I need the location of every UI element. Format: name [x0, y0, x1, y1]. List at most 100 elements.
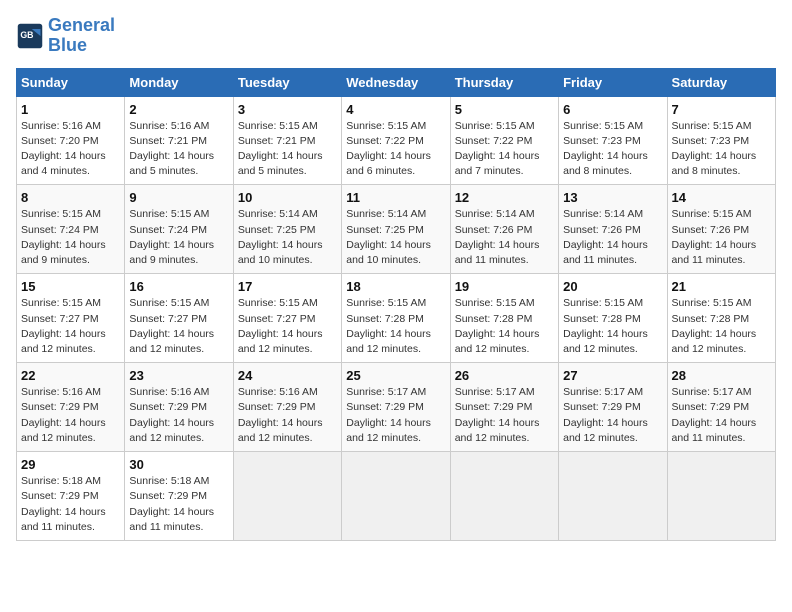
day-detail: Sunrise: 5:15 AMSunset: 7:27 PMDaylight:…	[21, 296, 120, 357]
col-header-monday: Monday	[125, 68, 233, 96]
day-number: 7	[672, 102, 771, 117]
calendar-cell: 12 Sunrise: 5:14 AMSunset: 7:26 PMDayligh…	[450, 185, 558, 274]
day-detail: Sunrise: 5:18 AMSunset: 7:29 PMDaylight:…	[21, 474, 120, 535]
day-detail: Sunrise: 5:16 AMSunset: 7:29 PMDaylight:…	[238, 385, 337, 446]
day-detail: Sunrise: 5:15 AMSunset: 7:24 PMDaylight:…	[129, 207, 228, 268]
week-row-4: 22 Sunrise: 5:16 AMSunset: 7:29 PMDayligh…	[17, 363, 776, 452]
calendar-cell: 24Sunrise: 5:16 AMSunset: 7:29 PMDayligh…	[233, 363, 341, 452]
day-detail: Sunrise: 5:15 AMSunset: 7:28 PMDaylight:…	[346, 296, 445, 357]
col-header-thursday: Thursday	[450, 68, 558, 96]
day-detail: Sunrise: 5:14 AMSunset: 7:25 PMDaylight:…	[346, 207, 445, 268]
day-detail: Sunrise: 5:15 AMSunset: 7:26 PMDaylight:…	[672, 207, 771, 268]
calendar-cell	[450, 452, 558, 541]
calendar-cell: 5 Sunrise: 5:15 AMSunset: 7:22 PMDaylight…	[450, 96, 558, 185]
calendar-cell: 25Sunrise: 5:17 AMSunset: 7:29 PMDayligh…	[342, 363, 450, 452]
calendar-cell: 11 Sunrise: 5:14 AMSunset: 7:25 PMDayligh…	[342, 185, 450, 274]
calendar-cell: 18 Sunrise: 5:15 AMSunset: 7:28 PMDayligh…	[342, 274, 450, 363]
day-detail: Sunrise: 5:17 AMSunset: 7:29 PMDaylight:…	[672, 385, 771, 446]
calendar-cell: 8 Sunrise: 5:15 AMSunset: 7:24 PMDaylight…	[17, 185, 125, 274]
day-number: 15	[21, 279, 120, 294]
day-number: 13	[563, 190, 662, 205]
calendar-cell: 21 Sunrise: 5:15 AMSunset: 7:28 PMDayligh…	[667, 274, 775, 363]
day-number: 26	[455, 368, 554, 383]
day-number: 8	[21, 190, 120, 205]
calendar-cell: 16 Sunrise: 5:15 AMSunset: 7:27 PMDayligh…	[125, 274, 233, 363]
day-detail: Sunrise: 5:15 AMSunset: 7:27 PMDaylight:…	[129, 296, 228, 357]
calendar-cell: 30 Sunrise: 5:18 AMSunset: 7:29 PMDayligh…	[125, 452, 233, 541]
day-number: 10	[238, 190, 337, 205]
logo-icon: GB	[16, 22, 44, 50]
day-number: 29	[21, 457, 120, 472]
day-number: 23	[129, 368, 228, 383]
calendar-cell	[559, 452, 667, 541]
col-header-tuesday: Tuesday	[233, 68, 341, 96]
calendar-cell	[342, 452, 450, 541]
calendar-cell: 1 Sunrise: 5:16 AMSunset: 7:20 PMDaylight…	[17, 96, 125, 185]
week-row-1: 1 Sunrise: 5:16 AMSunset: 7:20 PMDaylight…	[17, 96, 776, 185]
day-detail: Sunrise: 5:15 AMSunset: 7:28 PMDaylight:…	[672, 296, 771, 357]
logo: GB GeneralBlue	[16, 16, 115, 56]
col-header-sunday: Sunday	[17, 68, 125, 96]
calendar-cell: 10 Sunrise: 5:14 AMSunset: 7:25 PMDayligh…	[233, 185, 341, 274]
calendar-cell: 15 Sunrise: 5:15 AMSunset: 7:27 PMDayligh…	[17, 274, 125, 363]
calendar-cell: 28 Sunrise: 5:17 AMSunset: 7:29 PMDayligh…	[667, 363, 775, 452]
day-detail: Sunrise: 5:17 AMSunset: 7:29 PMDaylight:…	[563, 385, 662, 446]
day-detail: Sunrise: 5:15 AMSunset: 7:23 PMDaylight:…	[563, 119, 662, 180]
day-number: 1	[21, 102, 120, 117]
calendar-table: SundayMondayTuesdayWednesdayThursdayFrid…	[16, 68, 776, 541]
day-detail: Sunrise: 5:16 AMSunset: 7:21 PMDaylight:…	[129, 119, 228, 180]
calendar-cell: 22 Sunrise: 5:16 AMSunset: 7:29 PMDayligh…	[17, 363, 125, 452]
day-detail: Sunrise: 5:15 AMSunset: 7:28 PMDaylight:…	[455, 296, 554, 357]
day-number: 5	[455, 102, 554, 117]
calendar-cell: 14 Sunrise: 5:15 AMSunset: 7:26 PMDayligh…	[667, 185, 775, 274]
day-number: 21	[672, 279, 771, 294]
calendar-cell	[667, 452, 775, 541]
day-detail: Sunrise: 5:14 AMSunset: 7:26 PMDaylight:…	[455, 207, 554, 268]
logo-text: GeneralBlue	[48, 16, 115, 56]
day-number: 2	[129, 102, 228, 117]
calendar-cell: 9 Sunrise: 5:15 AMSunset: 7:24 PMDaylight…	[125, 185, 233, 274]
day-number: 14	[672, 190, 771, 205]
week-row-3: 15 Sunrise: 5:15 AMSunset: 7:27 PMDayligh…	[17, 274, 776, 363]
day-number: 18	[346, 279, 445, 294]
day-number: 6	[563, 102, 662, 117]
day-number: 11	[346, 190, 445, 205]
day-detail: Sunrise: 5:16 AMSunset: 7:29 PMDaylight:…	[129, 385, 228, 446]
day-detail: Sunrise: 5:14 AMSunset: 7:26 PMDaylight:…	[563, 207, 662, 268]
week-row-5: 29 Sunrise: 5:18 AMSunset: 7:29 PMDayligh…	[17, 452, 776, 541]
day-detail: Sunrise: 5:14 AMSunset: 7:25 PMDaylight:…	[238, 207, 337, 268]
calendar-cell: 3 Sunrise: 5:15 AMSunset: 7:21 PMDaylight…	[233, 96, 341, 185]
day-number: 27	[563, 368, 662, 383]
day-number: 16	[129, 279, 228, 294]
calendar-cell: 17 Sunrise: 5:15 AMSunset: 7:27 PMDayligh…	[233, 274, 341, 363]
day-number: 22	[21, 368, 120, 383]
col-header-wednesday: Wednesday	[342, 68, 450, 96]
day-detail: Sunrise: 5:16 AMSunset: 7:29 PMDaylight:…	[21, 385, 120, 446]
svg-text:GB: GB	[20, 30, 33, 40]
day-number: 28	[672, 368, 771, 383]
calendar-cell: 4Sunrise: 5:15 AMSunset: 7:22 PMDaylight…	[342, 96, 450, 185]
day-detail: Sunrise: 5:17 AMSunset: 7:29 PMDaylight:…	[346, 385, 445, 446]
day-number: 3	[238, 102, 337, 117]
day-detail: Sunrise: 5:16 AMSunset: 7:20 PMDaylight:…	[21, 119, 120, 180]
calendar-cell: 2 Sunrise: 5:16 AMSunset: 7:21 PMDaylight…	[125, 96, 233, 185]
calendar-cell: 6 Sunrise: 5:15 AMSunset: 7:23 PMDaylight…	[559, 96, 667, 185]
day-detail: Sunrise: 5:15 AMSunset: 7:27 PMDaylight:…	[238, 296, 337, 357]
week-row-2: 8 Sunrise: 5:15 AMSunset: 7:24 PMDaylight…	[17, 185, 776, 274]
calendar-cell: 7Sunrise: 5:15 AMSunset: 7:23 PMDaylight…	[667, 96, 775, 185]
day-number: 20	[563, 279, 662, 294]
col-header-friday: Friday	[559, 68, 667, 96]
calendar-cell: 13 Sunrise: 5:14 AMSunset: 7:26 PMDayligh…	[559, 185, 667, 274]
day-detail: Sunrise: 5:15 AMSunset: 7:22 PMDaylight:…	[455, 119, 554, 180]
day-number: 12	[455, 190, 554, 205]
day-number: 17	[238, 279, 337, 294]
calendar-cell: 27 Sunrise: 5:17 AMSunset: 7:29 PMDayligh…	[559, 363, 667, 452]
day-number: 19	[455, 279, 554, 294]
col-header-saturday: Saturday	[667, 68, 775, 96]
day-number: 30	[129, 457, 228, 472]
calendar-cell: 20Sunrise: 5:15 AMSunset: 7:28 PMDayligh…	[559, 274, 667, 363]
day-number: 9	[129, 190, 228, 205]
day-detail: Sunrise: 5:15 AMSunset: 7:21 PMDaylight:…	[238, 119, 337, 180]
day-detail: Sunrise: 5:15 AMSunset: 7:24 PMDaylight:…	[21, 207, 120, 268]
day-detail: Sunrise: 5:18 AMSunset: 7:29 PMDaylight:…	[129, 474, 228, 535]
